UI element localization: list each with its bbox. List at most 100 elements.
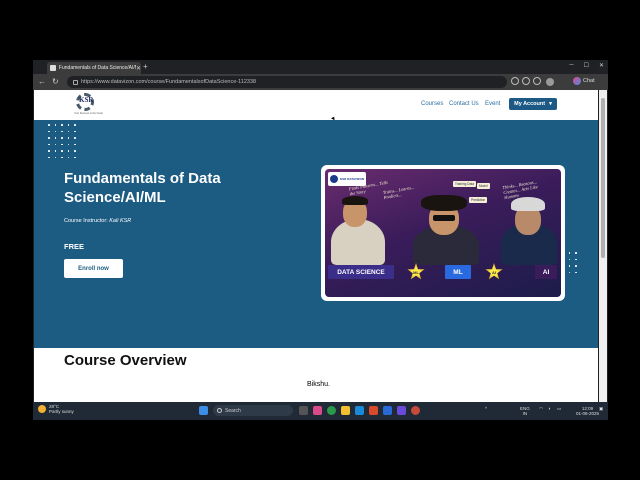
course-hero: Fundamentals of Data Science/AI/ML Cours… — [34, 120, 598, 348]
app-icon-chrome-alt[interactable] — [411, 406, 420, 415]
decor-dot — [74, 143, 76, 145]
nav-courses[interactable]: Courses — [421, 101, 443, 107]
decor-dot — [74, 150, 76, 152]
back-icon[interactable]: ← — [38, 77, 46, 86]
sunglasses-icon — [433, 215, 455, 221]
course-price: FREE — [64, 242, 85, 251]
volume-icon[interactable]: ◖ — [548, 406, 551, 411]
decor-dot — [67, 130, 69, 132]
decor-dots-left — [48, 124, 76, 158]
tag-ml: ML — [445, 265, 471, 279]
collections-icon[interactable] — [533, 77, 541, 85]
decor-dot — [568, 252, 570, 254]
tab-title: Fundamentals of Data Science/AI/M — [58, 65, 136, 71]
minimize-icon[interactable]: ─ — [569, 62, 573, 69]
decor-dot — [568, 265, 570, 267]
window-controls: ─ ☐ ✕ — [569, 62, 604, 69]
language-indicator[interactable]: ENG IN — [520, 406, 530, 416]
decor-dot — [67, 124, 69, 126]
logo-text: KSR — [79, 96, 94, 104]
favorites-icon[interactable] — [522, 77, 530, 85]
clock[interactable]: 12:09 01-08-2025 — [576, 406, 599, 416]
decor-dot — [575, 265, 577, 267]
hair-left — [342, 196, 368, 205]
brand-emblem-icon — [330, 175, 338, 183]
profile-avatar[interactable] — [546, 78, 554, 86]
app-icon-blue[interactable] — [383, 406, 392, 415]
decor-dot — [48, 150, 50, 152]
enroll-button[interactable]: Enroll now — [64, 259, 123, 278]
widgets-icon[interactable] — [313, 406, 322, 415]
course-banner: KSR DATAVIZON Finds Patterns... Tells th… — [321, 165, 565, 301]
battery-icon[interactable]: ▭ — [557, 406, 561, 411]
recording-watermark: Bikshu. — [305, 380, 332, 389]
extensions-icon[interactable] — [511, 77, 519, 85]
app-icon-purple[interactable] — [397, 406, 406, 415]
decor-dot — [67, 150, 69, 152]
nav-contact[interactable]: Contact Us — [449, 101, 479, 107]
sun-icon — [38, 405, 46, 413]
browser-window: Fundamentals of Data Science/AI/M ✕ + ─ … — [33, 60, 608, 420]
decor-dot — [48, 137, 50, 139]
course-title: Fundamentals of Data Science/AI/ML — [64, 170, 221, 206]
note-training-data: Training Data — [453, 181, 477, 187]
decor-dot — [48, 130, 50, 132]
search-icon — [217, 408, 222, 413]
browser-tab[interactable]: Fundamentals of Data Science/AI/M ✕ — [47, 62, 141, 74]
decor-dot — [48, 124, 50, 126]
page-scrollbar[interactable] — [599, 90, 607, 402]
decor-dot — [74, 137, 76, 139]
star-ml-icon: ML — [407, 263, 425, 280]
course-overview-heading: Course Overview — [64, 352, 187, 369]
start-icon[interactable] — [199, 406, 208, 415]
app-icon-red[interactable] — [369, 406, 378, 415]
instructor-name: Kali KSR — [109, 218, 132, 224]
nav-event[interactable]: Event — [485, 101, 500, 107]
decor-dot — [61, 130, 63, 132]
my-account-button[interactable]: My Account ▾ — [509, 98, 557, 110]
weather-widget[interactable]: 28°C Partly sunny — [38, 404, 74, 414]
logo-tagline: Your Success is Our Goal — [74, 112, 103, 115]
site-logo[interactable]: KSR Your Success is Our Goal — [74, 93, 106, 117]
decor-dot — [54, 143, 56, 145]
decor-dot — [54, 137, 56, 139]
tag-data-science: DATA SCIENCE — [328, 265, 394, 279]
wifi-icon[interactable]: ◠ — [539, 406, 543, 411]
copilot-label: Chat — [583, 78, 595, 84]
instructor-label: Course Instructor: — [64, 218, 108, 224]
decor-dot — [67, 143, 69, 145]
web-page: KSR Your Success is Our Goal Courses Con… — [34, 90, 598, 402]
star-ai-label: AI — [492, 269, 496, 275]
copilot-button[interactable]: Chat — [573, 77, 595, 85]
weather-desc: Partly sunny — [49, 409, 74, 414]
decor-dot — [48, 156, 50, 158]
edge-icon[interactable] — [355, 406, 364, 415]
windows-taskbar: 28°C Partly sunny Search ^ ENG IN ◠ ◖ ▭ … — [33, 402, 608, 420]
decor-dot — [61, 124, 63, 126]
decor-dot — [54, 130, 56, 132]
new-tab-icon[interactable]: + — [143, 62, 148, 71]
tab-bar: Fundamentals of Data Science/AI/M ✕ + ─ … — [33, 60, 608, 74]
search-label: Search — [225, 407, 241, 414]
decor-dot — [568, 258, 570, 260]
decor-dot — [61, 137, 63, 139]
refresh-icon[interactable]: ↻ — [52, 77, 59, 86]
notifications-icon[interactable]: ▣ — [599, 406, 603, 411]
chrome-icon[interactable] — [327, 406, 336, 415]
decor-dot — [575, 258, 577, 260]
taskbar-search[interactable]: Search — [213, 405, 293, 416]
file-explorer-icon[interactable] — [341, 406, 350, 415]
close-window-icon[interactable]: ✕ — [599, 62, 604, 69]
tray-overflow-icon[interactable]: ^ — [485, 406, 487, 411]
note-prediction: Prediction — [469, 197, 488, 203]
hair-right — [511, 197, 545, 211]
site-header: KSR Your Success is Our Goal Courses Con… — [34, 90, 598, 120]
url-field[interactable]: https://www.datavizon.com/course/Fundame… — [67, 76, 507, 88]
clock-date: 01-08-2025 — [576, 411, 600, 416]
task-view-icon[interactable] — [299, 406, 308, 415]
maximize-icon[interactable]: ☐ — [584, 62, 589, 69]
decor-dot — [54, 156, 56, 158]
tab-close-icon[interactable]: ✕ — [136, 65, 141, 72]
decor-dot — [575, 252, 577, 254]
scrollbar-thumb[interactable] — [601, 98, 605, 258]
